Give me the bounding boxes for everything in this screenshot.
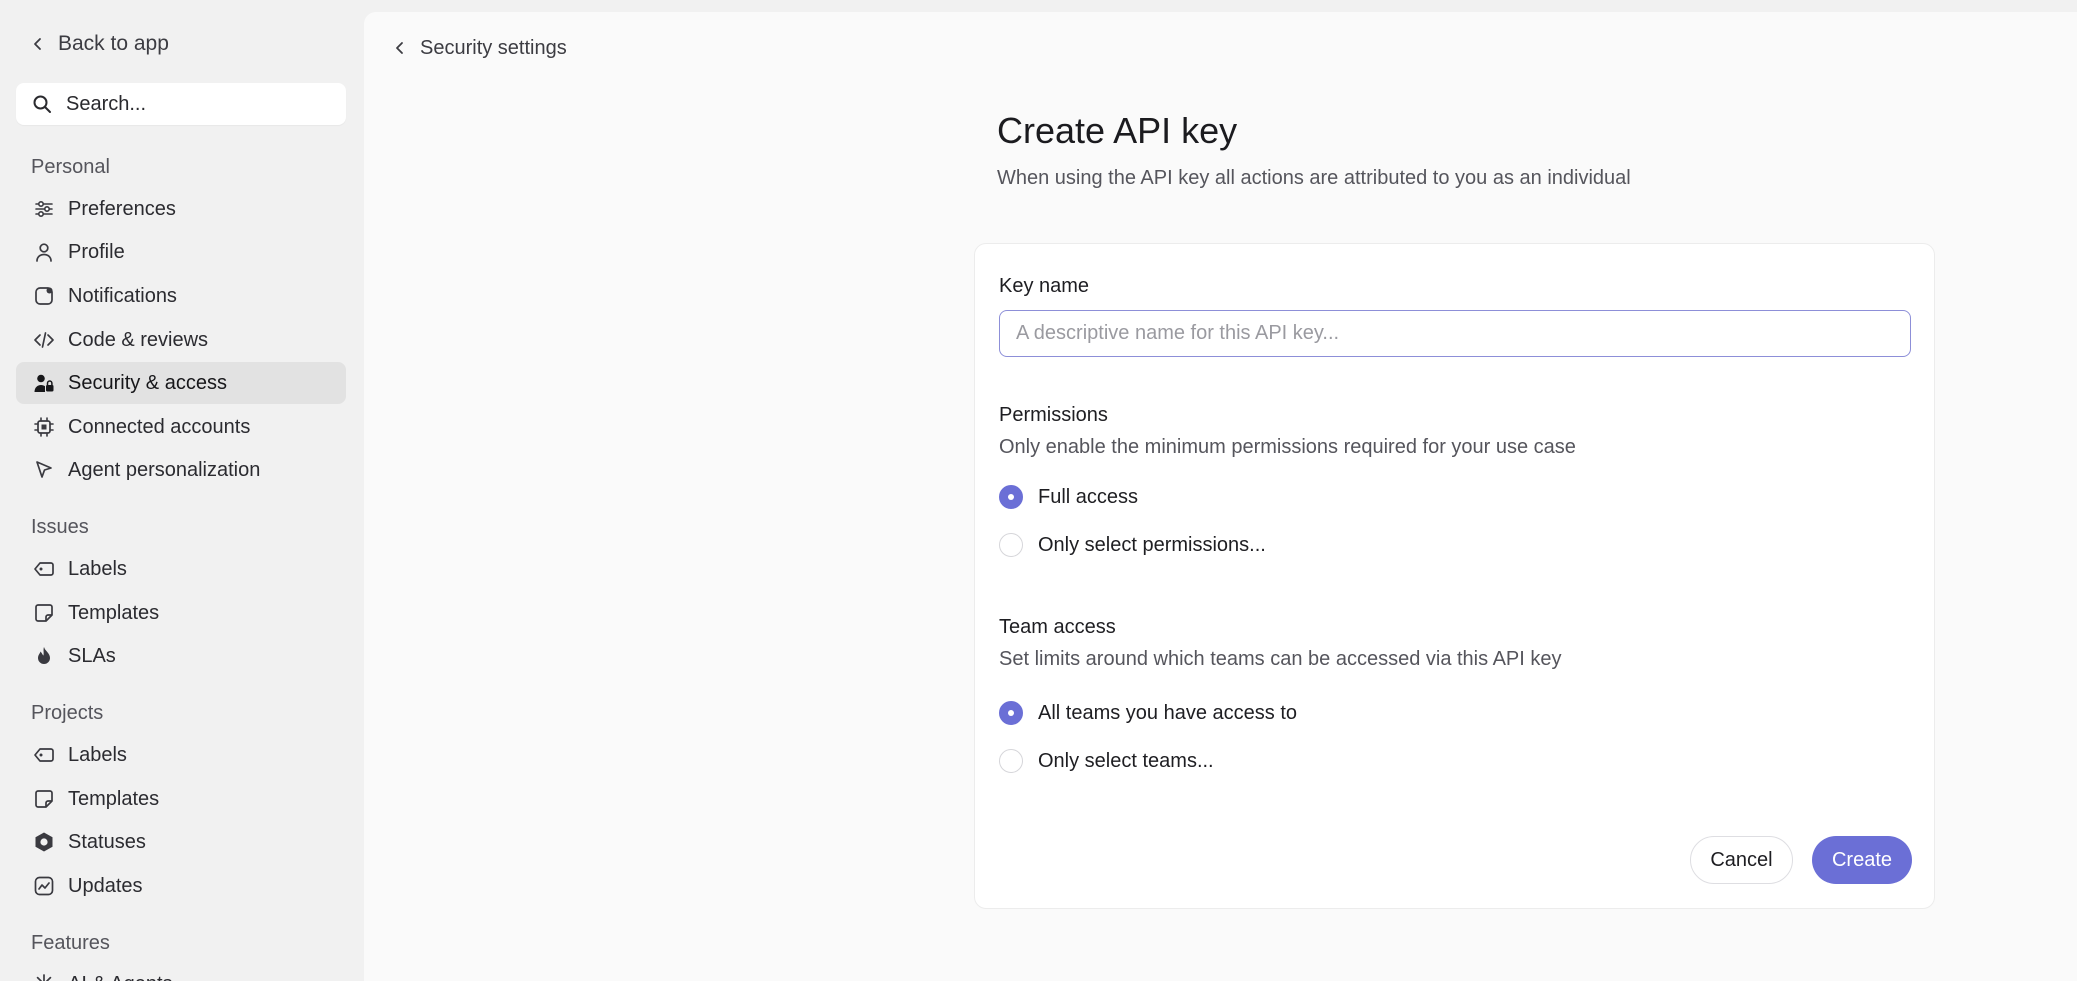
cursor-icon: [32, 458, 56, 482]
search-icon: [33, 95, 51, 113]
sidebar-item-statuses[interactable]: Statuses: [16, 821, 346, 863]
key-name-label: Key name: [999, 275, 1090, 297]
flame-icon: [32, 644, 56, 668]
code-icon: [32, 328, 56, 352]
sidebar-item-agent-personalization[interactable]: Agent personalization: [16, 449, 346, 491]
radio-checked[interactable]: [999, 485, 1023, 509]
sidebar-item-label: Connected accounts: [68, 415, 251, 438]
label-icon: [32, 743, 56, 767]
sidebar-item-label: Code & reviews: [68, 328, 209, 351]
sidebar-item-label: Preferences: [68, 197, 176, 220]
sidebar-item-label: Updates: [68, 874, 143, 897]
sidebar-item-issue-templates[interactable]: Templates: [16, 592, 346, 634]
sidebar-item-project-labels[interactable]: Labels: [16, 734, 346, 776]
sidebar-item-label: Agent personalization: [68, 458, 261, 481]
main-panel: Security settings Create API key When us…: [364, 12, 2077, 981]
chevron-left-icon: [34, 38, 41, 50]
sparkle-icon: [32, 972, 56, 981]
cancel-button[interactable]: Cancel: [1690, 836, 1793, 884]
create-button[interactable]: Create: [1812, 836, 1912, 884]
sidebar-item-label: Templates: [68, 787, 160, 810]
sidebar-item-connected-accounts[interactable]: Connected accounts: [16, 406, 346, 448]
sidebar-item-notifications[interactable]: Notifications: [16, 275, 346, 317]
page-title: Create API key: [997, 110, 1238, 151]
permissions-description: Only enable the minimum permissions requ…: [999, 436, 1576, 458]
chevron-left-icon: [396, 42, 403, 54]
sidebar-item-label: Notifications: [68, 284, 177, 307]
sidebar-item-label: Security & access: [68, 371, 227, 394]
permission-option-select[interactable]: Only select permissions...: [999, 531, 1266, 559]
sidebar-item-profile[interactable]: Profile: [16, 231, 346, 273]
section-label-projects: Projects: [31, 702, 104, 724]
radio-label: Only select permissions...: [1038, 533, 1266, 556]
breadcrumb-label: Security settings: [420, 36, 567, 59]
radio-unchecked[interactable]: [999, 749, 1023, 773]
team-access-label: Team access: [999, 616, 1116, 638]
sidebar-item-issue-labels[interactable]: Labels: [16, 548, 346, 590]
sidebar-item-preferences[interactable]: Preferences: [16, 188, 346, 230]
sidebar-item-label: Profile: [68, 240, 125, 263]
chip-icon: [32, 415, 56, 439]
sidebar-item-slas[interactable]: SLAs: [16, 635, 346, 677]
permissions-label: Permissions: [999, 404, 1108, 426]
permission-option-full-access[interactable]: Full access: [999, 483, 1138, 511]
section-label-issues: Issues: [31, 516, 89, 538]
sidebar-item-code-reviews[interactable]: Code & reviews: [16, 319, 346, 361]
hexagon-icon: [32, 830, 56, 854]
label-icon: [32, 557, 56, 581]
section-label-personal: Personal: [31, 156, 110, 178]
breadcrumb[interactable]: Security settings: [392, 34, 567, 62]
sidebar-item-ai-agents[interactable]: AI & Agents: [16, 963, 346, 981]
radio-unchecked[interactable]: [999, 533, 1023, 557]
key-name-input[interactable]: [999, 310, 1911, 357]
sidebar-item-updates[interactable]: Updates: [16, 865, 346, 907]
team-access-description: Set limits around which teams can be acc…: [999, 648, 1562, 670]
sidebar-item-label: AI & Agents: [68, 973, 173, 981]
back-to-app-link[interactable]: Back to app: [30, 28, 169, 60]
search-box[interactable]: [16, 83, 346, 125]
team-option-select-teams[interactable]: Only select teams...: [999, 747, 1214, 775]
sidebar-item-project-templates[interactable]: Templates: [16, 778, 346, 820]
section-label-features: Features: [31, 932, 110, 954]
create-api-key-form: Key name Permissions Only enable the min…: [974, 243, 1935, 909]
template-icon: [32, 787, 56, 811]
sidebar: Back to app Personal Preferences Profile…: [0, 0, 364, 981]
sidebar-item-label: SLAs: [68, 644, 116, 667]
radio-label: Only select teams...: [1038, 749, 1214, 772]
sidebar-item-label: Labels: [68, 743, 127, 766]
radio-label: Full access: [1038, 485, 1139, 508]
user-lock-icon: [32, 371, 56, 395]
notification-icon: [32, 284, 56, 308]
page-subtitle: When using the API key all actions are a…: [997, 167, 1631, 189]
radio-checked[interactable]: [999, 701, 1023, 725]
sidebar-item-security-access[interactable]: Security & access: [16, 362, 346, 404]
sidebar-item-label: Labels: [68, 557, 127, 580]
back-to-app-label: Back to app: [58, 32, 169, 55]
sliders-icon: [32, 197, 56, 221]
chart-icon: [32, 874, 56, 898]
sidebar-item-label: Templates: [68, 601, 160, 624]
person-icon: [32, 240, 56, 264]
radio-label: All teams you have access to: [1038, 701, 1298, 724]
sidebar-item-label: Statuses: [68, 830, 146, 853]
template-icon: [32, 601, 56, 625]
search-input[interactable]: [66, 92, 326, 116]
team-option-all-teams[interactable]: All teams you have access to: [999, 699, 1297, 727]
